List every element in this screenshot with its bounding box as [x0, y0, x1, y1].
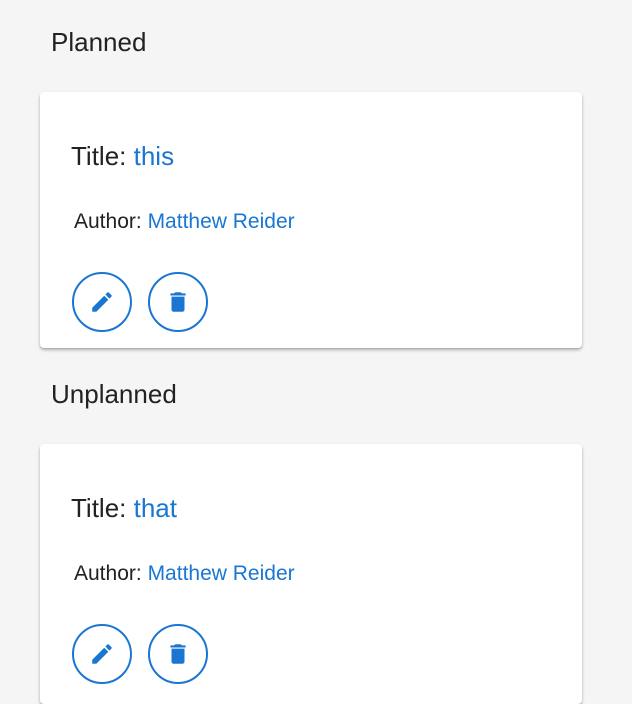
- title-value: this: [133, 141, 175, 171]
- title-value: that: [133, 493, 177, 523]
- card-actions: [72, 272, 208, 332]
- edit-button[interactable]: [72, 624, 132, 684]
- title-label: Title:: [71, 141, 127, 171]
- card-author: Author: Matthew Reider: [74, 210, 295, 234]
- trash-icon: [170, 644, 186, 664]
- author-label: Author:: [74, 210, 142, 233]
- edit-button[interactable]: [72, 272, 132, 332]
- plan-card: Title: this Author: Matthew Reider: [40, 92, 582, 348]
- author-value: Matthew Reider: [147, 562, 295, 585]
- section-heading-planned: Planned: [51, 27, 147, 57]
- card-title: Title: that: [71, 493, 177, 524]
- section-heading-unplanned: Unplanned: [51, 379, 177, 409]
- plan-card: Title: that Author: Matthew Reider: [40, 444, 582, 704]
- pencil-icon: [92, 644, 112, 664]
- title-label: Title:: [71, 493, 127, 523]
- author-value: Matthew Reider: [147, 210, 295, 233]
- delete-button[interactable]: [148, 272, 208, 332]
- card-title: Title: this: [71, 141, 174, 172]
- card-author: Author: Matthew Reider: [74, 562, 295, 586]
- delete-button[interactable]: [148, 624, 208, 684]
- card-actions: [72, 624, 208, 684]
- pencil-icon: [92, 292, 112, 312]
- author-label: Author:: [74, 562, 142, 585]
- trash-icon: [170, 292, 186, 312]
